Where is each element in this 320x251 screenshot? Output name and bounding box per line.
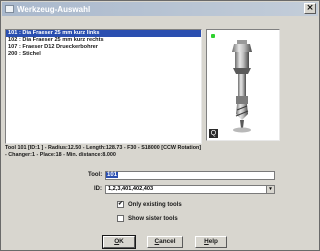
tool-info-line-1: Tool 101 [ID:1 ] - Radius:12.50 - Length… [5,145,202,151]
tool-preview-image [232,40,252,133]
window-title: Werkzeug-Auswahl [17,4,91,14]
zoom-icon[interactable]: Q [209,129,218,138]
tool-name: : Dia Fraeser 25 mm kurz links [19,30,100,36]
ok-label: K [119,238,124,245]
only-existing-tools-checkbox[interactable]: ✔ Only existing tools [117,201,182,208]
tool-label: Tool: [88,172,103,178]
checkbox-box[interactable]: ✔ [117,201,124,208]
tool-number: 107 [8,44,18,50]
title-bar[interactable]: Werkzeug-Auswahl × [2,2,318,16]
tool-name: : Dia Fraeser 25 mm kurz rechts [19,37,104,43]
help-label: elp [208,238,218,245]
show-sister-tools-checkbox[interactable]: Show sister tools [117,215,178,222]
list-item[interactable]: 102 : Dia Fraeser 25 mm kurz rechts [6,37,201,44]
tool-name: : Fraeser D12 Drueckerbohrer [19,44,98,50]
list-item[interactable]: 107 : Fraeser D12 Drueckerbohrer [6,44,201,51]
list-item[interactable]: 200 : Stichel [6,51,201,58]
chevron-down-icon[interactable]: ▾ [266,186,274,193]
tool-number: 101 [8,30,18,36]
id-select[interactable]: 1,2,3,401,402,403 ▾ [105,185,275,194]
tool-info-text: Tool 101 [ID:1 ] - Radius:12.50 - Length… [5,145,317,159]
tool-list[interactable]: 101 : Dia Fraeser 25 mm kurz links 102 :… [5,29,202,144]
tool-number-input[interactable]: 101 [105,171,275,180]
tool-number: 200 [8,51,18,57]
tool-number: 102 [8,37,18,43]
tool-number-value: 101 [106,172,119,178]
cancel-button[interactable]: Cancel [147,236,183,248]
tool-selection-dialog: Werkzeug-Auswahl × 101 : Dia Fraeser 25 … [0,0,320,251]
tool-preview-panel: Q [206,29,280,141]
checkbox-box[interactable] [117,215,124,222]
show-sister-tools-label: Show sister tools [128,215,178,222]
cancel-label: ancel [159,238,176,245]
window-icon [5,5,14,13]
only-existing-tools-label: Only existing tools [128,201,182,208]
close-button[interactable]: × [304,3,316,14]
id-value: 1,2,3,401,402,403 [108,186,154,192]
tool-name: : Stichel [19,51,41,57]
id-label: ID: [94,186,102,192]
ok-button[interactable]: OK [102,235,136,249]
list-item[interactable]: 101 : Dia Fraeser 25 mm kurz links [6,30,201,37]
tool-info-line-2: - Changer:1 - Place:18 - Min. distance:8… [5,152,116,158]
help-button[interactable]: Help [195,236,227,248]
